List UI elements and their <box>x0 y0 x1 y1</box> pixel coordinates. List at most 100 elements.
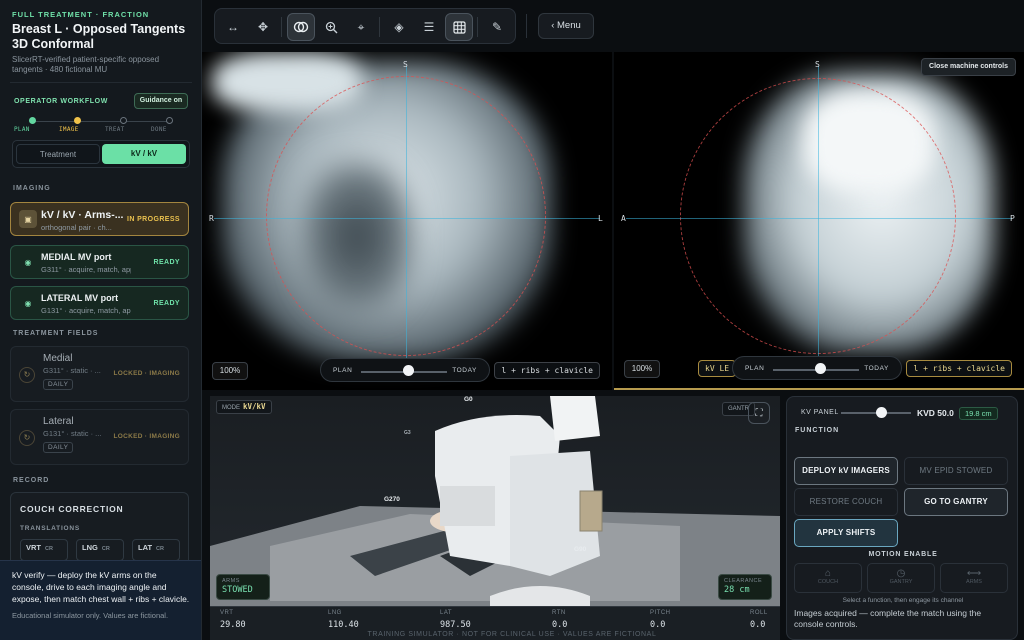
slider-plan-label: PLAN <box>333 367 353 374</box>
apply-shifts-button[interactable]: APPLY SHIFTS <box>794 519 898 547</box>
guidance-toggle[interactable]: Guidance on <box>134 93 188 109</box>
treatment-tab[interactable]: Treatment <box>16 144 100 164</box>
arms-value: STOWED <box>222 585 253 595</box>
machine-3d-view[interactable]: MODE kV/kV GANTR ⛶ G0 G270 G90 G3 ARMS ST… <box>210 396 780 640</box>
plan-today-slider[interactable]: PLAN TODAY <box>320 358 490 382</box>
kv-image-viewer-left[interactable]: S R L 100% l + ribs + clavicle PLAN TODA… <box>202 52 612 390</box>
imaging-item-desc: orthogonal pair · ch... <box>41 223 112 232</box>
crosshair-icon[interactable]: ⌖ <box>347 13 375 41</box>
lng-field[interactable]: LNG CR <box>76 539 124 561</box>
imaging-item-lateral[interactable]: ◉ LATERAL MV port G131° · acquire, match… <box>10 286 189 320</box>
kv-kv-tab[interactable]: kV / kV <box>102 144 186 164</box>
lat-field[interactable]: LAT CR <box>132 539 180 561</box>
workflow-step-done[interactable]: DONE <box>151 117 187 133</box>
field-label: LNG <box>82 543 98 552</box>
slider-plan-label: PLAN <box>745 365 765 372</box>
kv-panel-thumb[interactable] <box>876 407 887 418</box>
plan-today-slider[interactable]: PLAN TODAY <box>732 356 902 380</box>
motion-gantry-button[interactable]: ◷ GANTRY <box>867 563 935 593</box>
daily-badge: DAILY <box>43 379 74 390</box>
contrast-icon[interactable]: ◈ <box>385 13 413 41</box>
imaging-item-name: MEDIAL MV port <box>41 252 112 262</box>
mv-epid-stowed-button[interactable]: MV EPID STOWED <box>904 457 1008 485</box>
field-status: LOCKED · IMAGING <box>113 370 180 377</box>
plan-title: Breast L · Opposed Tangents 3D Conformal <box>12 22 186 51</box>
motion-label: GANTRY <box>889 579 913 585</box>
orient-superior: S <box>815 60 820 69</box>
toolbar-separator <box>526 14 527 38</box>
tip-text: kV verify — deploy the kV arms on the co… <box>12 570 190 604</box>
translations-label: TRANSLATIONS <box>20 525 81 532</box>
sliders-icon[interactable]: ☰ <box>415 13 443 41</box>
field-unit: CR <box>156 546 164 552</box>
readout-value: 0.0 <box>650 620 666 630</box>
zoom-glyph <box>325 21 337 33</box>
rotate-icon: ↻ <box>19 430 35 446</box>
radio-dot-icon: ◉ <box>24 257 32 267</box>
gantry-icon: ◷ <box>896 568 906 579</box>
kv-image-viewer-right[interactable]: S A P Close machine controls 100% kV LE … <box>614 52 1024 390</box>
function-heading: FUNCTION <box>795 427 840 434</box>
zoom-level[interactable]: 100% <box>212 362 248 380</box>
slider-thumb[interactable] <box>403 365 414 376</box>
step-label: PLAN <box>14 126 30 133</box>
couch-correction-title: COUCH CORRECTION <box>20 504 124 514</box>
status-badge: READY <box>153 259 180 266</box>
slider-thumb[interactable] <box>815 363 826 374</box>
linac-illustration <box>210 396 780 640</box>
restore-couch-button[interactable]: RESTORE COUCH <box>794 488 898 516</box>
match-structures-label: l + ribs + clavicle <box>906 360 1012 377</box>
vrt-field[interactable]: VRT CR <box>20 539 68 561</box>
crosshair-vertical <box>818 66 819 366</box>
field-desc: G131° · static · ... <box>43 429 102 438</box>
step-label: TREAT <box>105 126 125 133</box>
orient-anterior: A <box>621 214 626 223</box>
mode-value: kV/kV <box>243 402 266 411</box>
motion-enable-heading: MOTION ENABLE <box>868 551 938 558</box>
zoom-level[interactable]: 100% <box>624 360 660 378</box>
workflow-step-treat[interactable]: TREAT <box>105 117 141 133</box>
clearance-status: CLEARANCE 28 cm <box>718 574 772 600</box>
imaging-item-medial[interactable]: ◉ MEDIAL MV port G311° · acquire, match,… <box>10 245 189 279</box>
imaging-item-desc: G131° · acquire, match, app... <box>41 306 131 315</box>
daily-badge: DAILY <box>43 442 74 453</box>
workflow-step-plan[interactable]: PLAN <box>14 117 50 133</box>
close-machine-controls-button[interactable]: Close machine controls <box>921 58 1016 76</box>
radio-dot-icon: ◉ <box>24 298 32 308</box>
machine-controls-panel: KV PANEL KVD 50.0 19.8 cm FUNCTION DEPLO… <box>786 396 1018 640</box>
readout-value: 987.50 <box>440 620 471 630</box>
deploy-kv-imagers-button[interactable]: DEPLOY kV IMAGERS <box>794 457 898 485</box>
clearance-label: CLEARANCE <box>724 578 763 584</box>
motion-couch-button[interactable]: ⌂ COUCH <box>794 563 862 593</box>
grid-glyph <box>452 20 466 34</box>
go-to-gantry-button[interactable]: GO TO GANTRY <box>904 488 1008 516</box>
pan-move-icon[interactable]: ✥ <box>249 13 277 41</box>
menu-button[interactable]: ‹ Menu <box>538 13 594 39</box>
mode-badge: MODE kV/kV <box>216 400 272 414</box>
imaging-item-desc: G311° · acquire, match, app... <box>41 265 131 274</box>
clearance-value: 28 cm <box>724 585 750 595</box>
angle-tag-g3: G3 <box>404 430 411 436</box>
readout-value: 0.0 <box>552 620 568 630</box>
pencil-icon[interactable]: ✎ <box>483 13 511 41</box>
overlay-icon[interactable] <box>287 13 315 41</box>
workflow-step-image[interactable]: IMAGE <box>59 117 95 133</box>
zoom-icon[interactable] <box>317 13 345 41</box>
match-prefix-label: kV LE <box>698 360 737 377</box>
grid-icon[interactable] <box>445 13 473 41</box>
field-item-lateral[interactable]: ↻ Lateral G131° · static · ... DAILY LOC… <box>10 409 189 465</box>
motion-arms-button[interactable]: ⟷ ARMS <box>940 563 1008 593</box>
motion-label: COUCH <box>817 579 839 585</box>
width-arrows-icon[interactable]: ↔ <box>219 13 247 41</box>
plan-eyebrow: FULL TREATMENT · FRACTION <box>12 10 150 19</box>
imaging-item-kvkv[interactable]: ▣ kV / kV · Arms-... orthogonal pair · c… <box>10 202 189 236</box>
motion-hint: Select a function, then engage its chann… <box>842 597 964 604</box>
angle-tag-g0: G0 <box>464 396 473 403</box>
imaging-item-name: kV / kV · Arms-... <box>41 209 124 221</box>
treatment-fields-heading: TREATMENT FIELDS <box>13 330 99 337</box>
fullscreen-icon[interactable]: ⛶ <box>748 402 770 424</box>
field-item-medial[interactable]: ↻ Medial G311° · static · ... DAILY LOCK… <box>10 346 189 402</box>
readout-value: 110.40 <box>328 620 359 630</box>
overlay-glyph <box>293 21 309 33</box>
step-dot <box>28 117 36 124</box>
